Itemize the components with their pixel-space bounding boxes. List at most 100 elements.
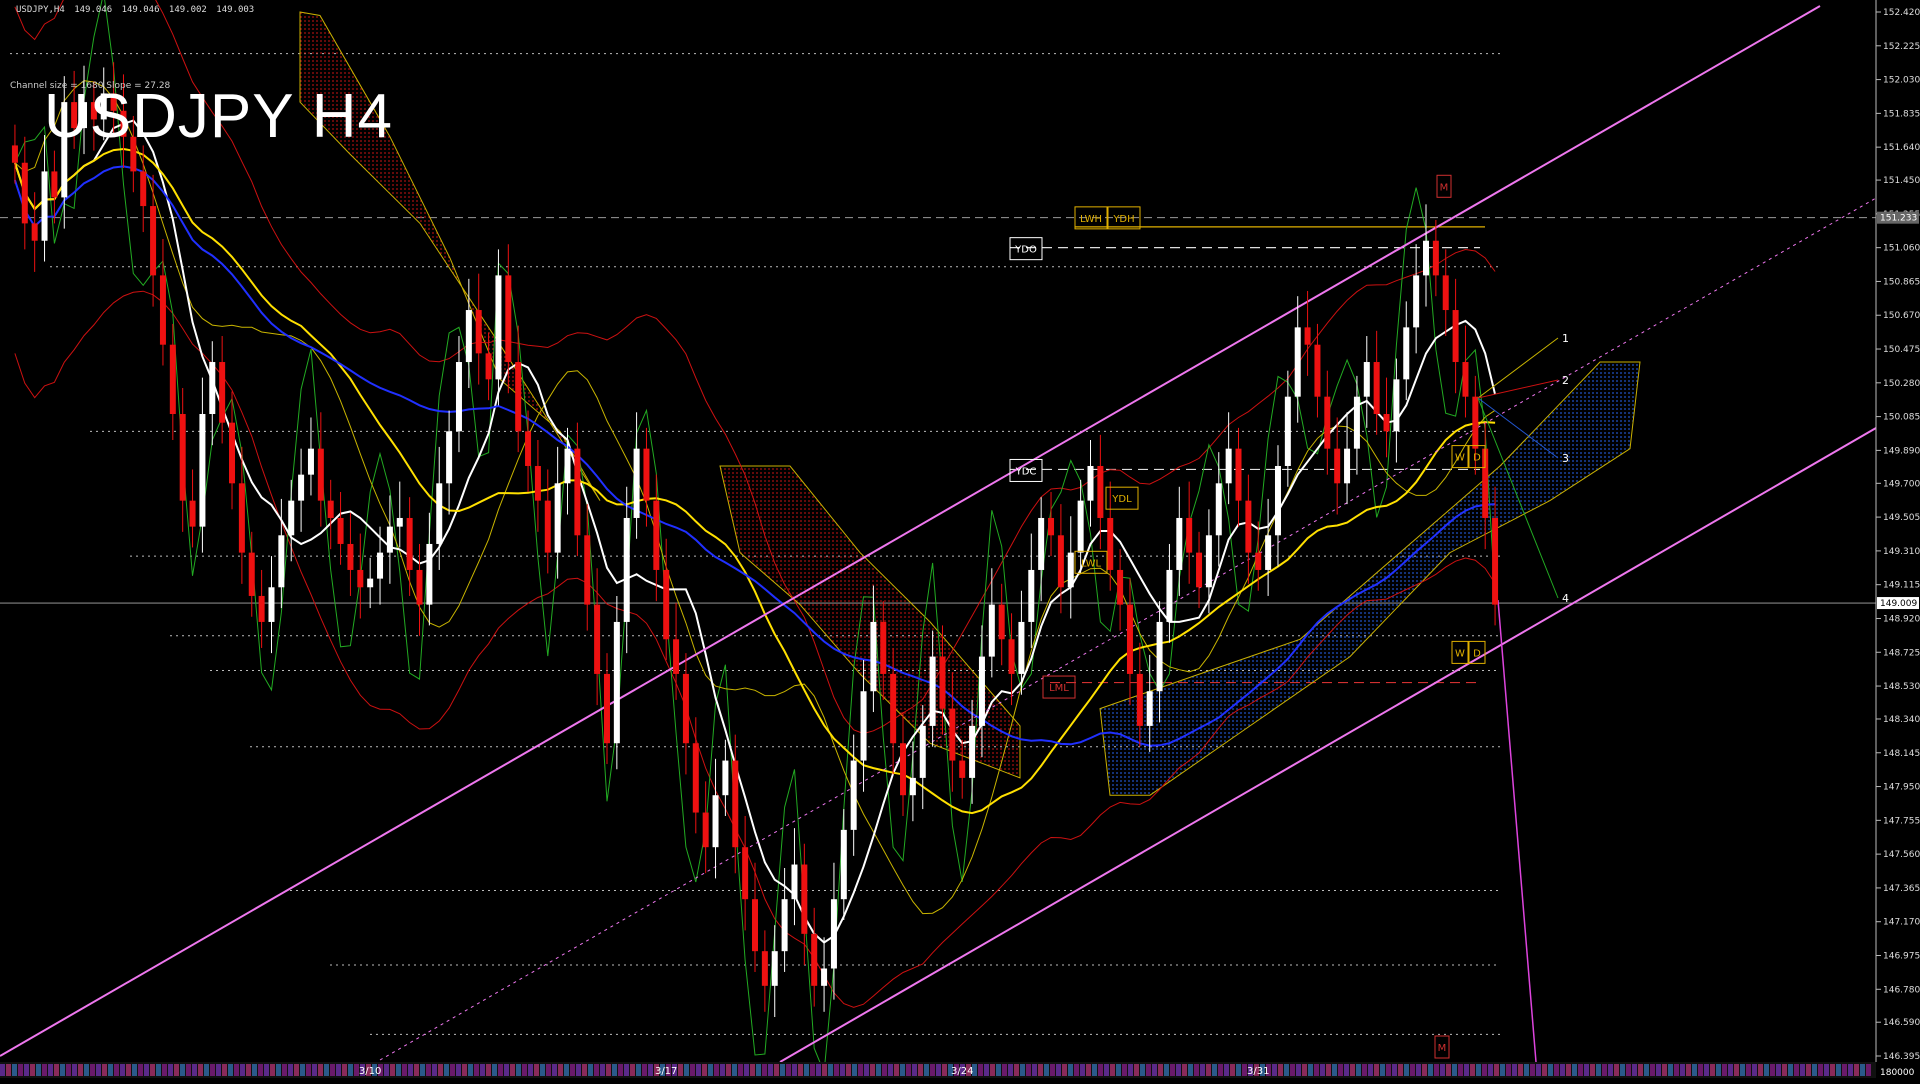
- price-tick-label: 148.530: [1883, 682, 1920, 692]
- time-bar-segment: [1182, 1064, 1187, 1076]
- time-bar-segment: [1386, 1064, 1391, 1076]
- time-bar-segment: [588, 1064, 593, 1076]
- time-bar-segment: [636, 1064, 641, 1076]
- time-bar-segment: [996, 1064, 1001, 1076]
- time-bar-segment: [1788, 1064, 1793, 1076]
- time-bar-segment: [1500, 1064, 1505, 1076]
- time-bar-segment: [612, 1064, 617, 1076]
- ohlc-close: 149.003: [216, 5, 255, 15]
- time-bar-segment: [114, 1064, 119, 1076]
- ydc-label: YDC: [1015, 466, 1037, 477]
- time-bar-segment: [1050, 1064, 1055, 1076]
- time-bar-segment: [1428, 1064, 1433, 1076]
- candle-body: [564, 448, 571, 484]
- price-tick-label: 152.030: [1883, 76, 1920, 86]
- price-tick-label: 148.725: [1883, 648, 1920, 658]
- candle-body: [752, 899, 758, 952]
- time-bar-segment: [936, 1064, 941, 1076]
- candle-body: [1205, 535, 1212, 588]
- candle-body: [1126, 604, 1133, 674]
- time-bar-segment: [1542, 1064, 1547, 1076]
- candle-body: [534, 465, 541, 501]
- price-tick-label: 148.340: [1883, 715, 1920, 725]
- price-tick-label: 152.225: [1883, 42, 1920, 52]
- time-bar-segment: [486, 1064, 491, 1076]
- time-bar-segment: [1548, 1064, 1553, 1076]
- time-bar-segment: [798, 1064, 803, 1076]
- time-bar-segment: [648, 1064, 653, 1076]
- price-tick-label: 150.475: [1883, 345, 1920, 355]
- time-bar-segment: [108, 1064, 113, 1076]
- time-bar-segment: [870, 1064, 875, 1076]
- candle-body: [919, 725, 926, 778]
- time-bar-segment: [1476, 1064, 1481, 1076]
- time-bar-segment: [42, 1064, 47, 1076]
- time-bar-segment: [822, 1064, 827, 1076]
- candle-body: [574, 448, 581, 536]
- candle-body: [682, 673, 689, 744]
- time-bar-segment: [1296, 1064, 1301, 1076]
- time-bar-segment: [1434, 1064, 1439, 1076]
- time-bar-segment: [60, 1064, 65, 1076]
- candle-body: [673, 639, 680, 674]
- time-bar-segment: [1842, 1064, 1847, 1076]
- time-bar-segment: [1320, 1064, 1325, 1076]
- time-bar-segment: [1194, 1064, 1199, 1076]
- candle-body: [31, 223, 38, 241]
- time-bar-segment: [1776, 1064, 1781, 1076]
- usdjpy-h4-chart[interactable]: LWH YDH YDO YDC YDL LWL LML W D M W D M 1 2 3 4 152.420 1…: [0, 0, 1920, 1080]
- time-bar-segment: [618, 1064, 623, 1076]
- candle-body: [337, 517, 344, 544]
- time-bar-segment: [1536, 1064, 1541, 1076]
- time-bar-segment: [978, 1064, 983, 1076]
- time-bar-segment: [1470, 1064, 1475, 1076]
- time-bar-segment: [1482, 1064, 1487, 1076]
- time-bar-segment: [222, 1064, 227, 1076]
- time-bar-segment: [1668, 1064, 1673, 1076]
- candle-body: [1077, 500, 1084, 553]
- time-bar-segment: [546, 1064, 551, 1076]
- time-bar-segment: [1800, 1064, 1805, 1076]
- time-bar-segment: [990, 1064, 995, 1076]
- candle-body: [909, 777, 916, 796]
- time-bar-segment: [492, 1064, 497, 1076]
- time-bar-segment: [900, 1064, 905, 1076]
- time-bar-segment: [678, 1064, 683, 1076]
- candle-body: [357, 569, 364, 588]
- price-tick-label: 151.450: [1883, 176, 1920, 186]
- time-bar-segment: [72, 1064, 77, 1076]
- time-bar-segment: [1062, 1064, 1067, 1076]
- price-tick-label: 150.670: [1883, 311, 1920, 321]
- candle-body: [830, 899, 837, 969]
- time-bar-segment: [282, 1064, 287, 1076]
- candle-body: [386, 526, 393, 553]
- candle-body: [505, 275, 512, 363]
- ohlc-open: 149.046: [74, 5, 113, 15]
- time-bar-segment: [1560, 1064, 1565, 1076]
- candle-body: [11, 145, 18, 163]
- candle-body: [771, 951, 778, 986]
- candle-body: [900, 743, 907, 796]
- candle-body: [702, 812, 709, 848]
- time-bar-segment: [330, 1064, 335, 1076]
- time-bar-segment: [1806, 1064, 1811, 1076]
- time-bar-segment: [252, 1064, 257, 1076]
- candle-body: [1462, 362, 1469, 397]
- candle-body: [475, 310, 482, 354]
- marked-price-label: 151.233: [1880, 214, 1917, 224]
- time-bar-segment: [36, 1064, 41, 1076]
- time-bar-segment: [1602, 1064, 1607, 1076]
- time-bar-segment: [324, 1064, 329, 1076]
- time-bar-segment: [1584, 1064, 1589, 1076]
- time-bar-segment: [1392, 1064, 1397, 1076]
- time-bar-segment: [750, 1064, 755, 1076]
- time-bar-segment: [1146, 1064, 1151, 1076]
- candle-body: [1215, 483, 1222, 536]
- candle-body: [1008, 639, 1015, 674]
- candle-body: [643, 448, 650, 501]
- m-label-top: M: [1440, 182, 1449, 193]
- date-label: 3/31: [1247, 1066, 1269, 1077]
- time-bar-segment: [1638, 1064, 1643, 1076]
- time-bar-segment: [1218, 1064, 1223, 1076]
- chart-canvas[interactable]: LWH YDHYDOYDCYDLLWLLMLW DMW DM1234 152.4201…: [0, 0, 1920, 1080]
